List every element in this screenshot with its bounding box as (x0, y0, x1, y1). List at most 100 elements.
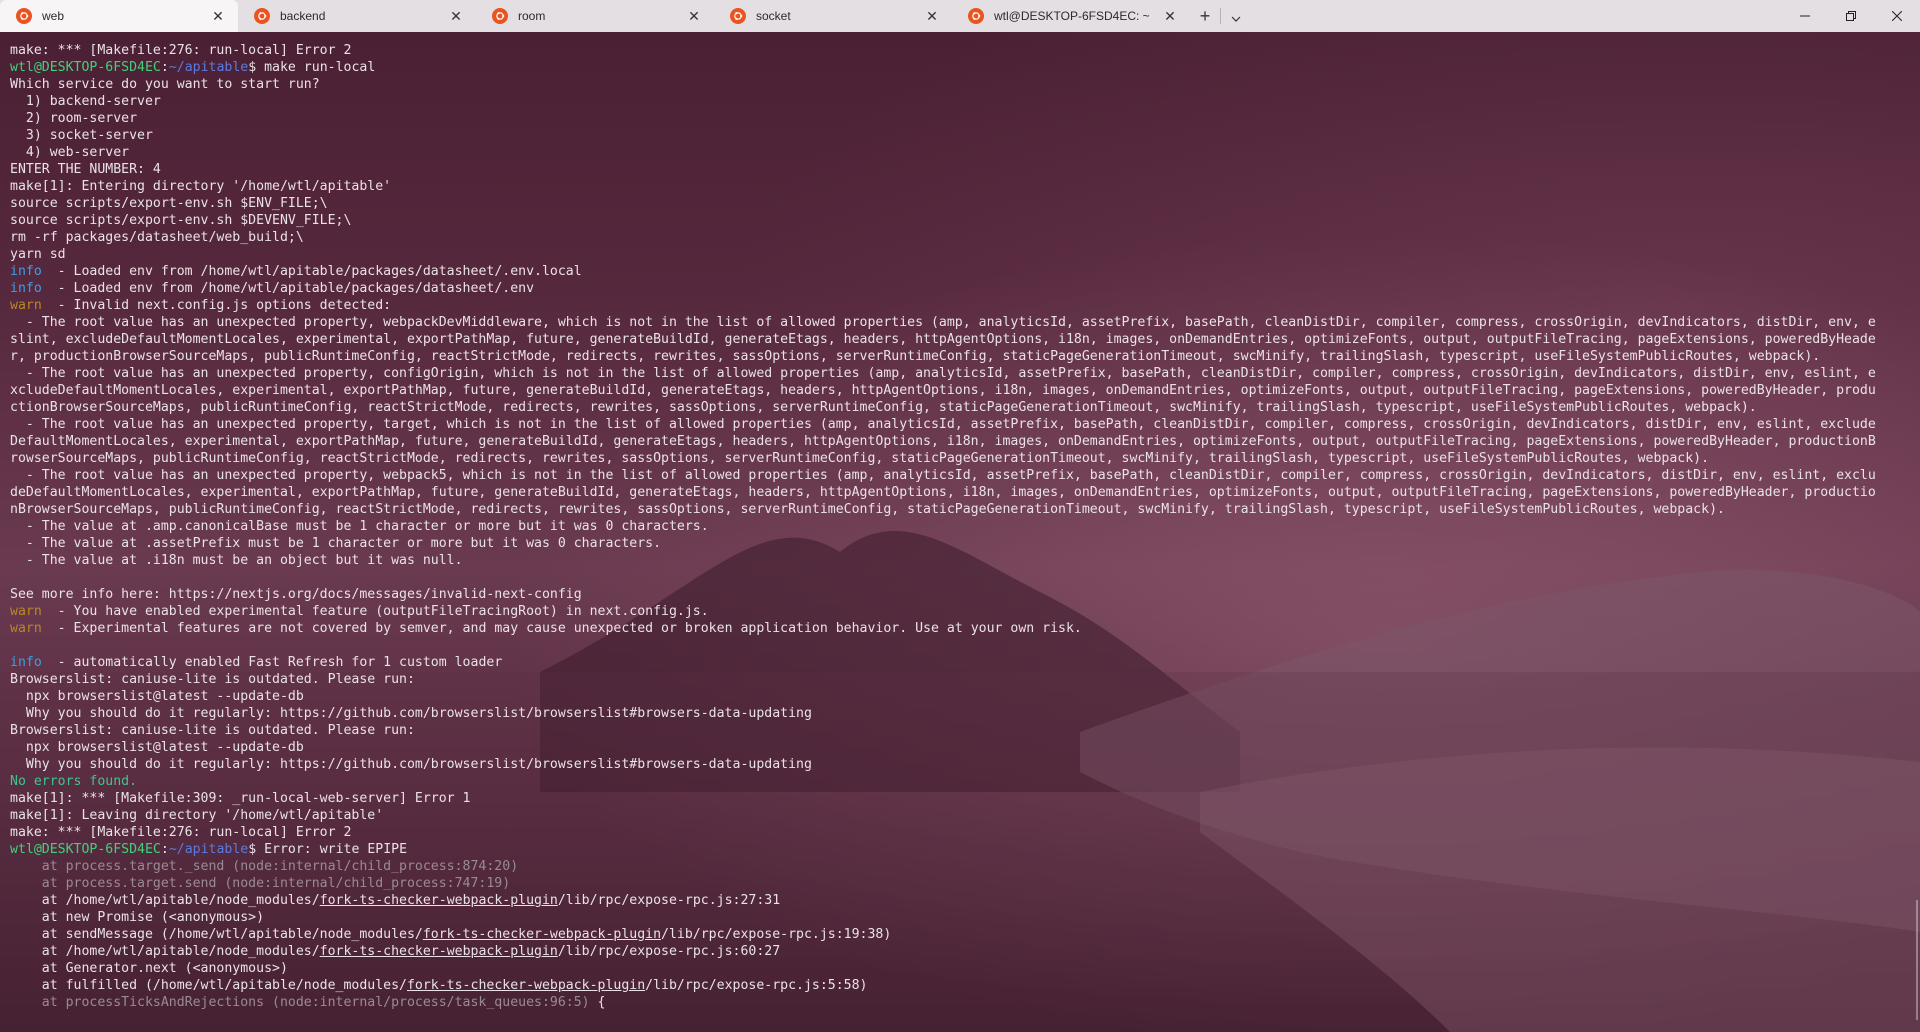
terminal-line: rm -rf packages/datasheet/web_build;\ (10, 229, 1910, 246)
window-close-button[interactable] (1874, 0, 1920, 32)
terminal-line: info - Loaded env from /home/wtl/apitabl… (10, 280, 1910, 297)
prompt-user-host: wtl@DESKTOP-6FSD4EC (10, 842, 161, 857)
module-link[interactable]: fork-ts-checker-webpack-plugin (320, 893, 558, 908)
line-text: - The root value has an unexpected prope… (10, 315, 1876, 330)
command-text: make run-local (256, 60, 376, 75)
line-text: - The root value has an unexpected prope… (10, 468, 1876, 483)
terminal-line: source scripts/export-env.sh $ENV_FILE;\ (10, 195, 1910, 212)
terminal-line: xcludeDefaultMomentLocales, experimental… (10, 382, 1910, 399)
terminal-line: - The root value has an unexpected prope… (10, 365, 1910, 382)
close-icon[interactable]: ✕ (684, 6, 704, 26)
tab-label: socket (756, 9, 791, 23)
tab-room[interactable]: room ✕ (476, 0, 714, 32)
terminal-scrollbar[interactable] (1916, 900, 1918, 1020)
line-text: - The value at .assetPrefix must be 1 ch… (10, 536, 662, 551)
close-icon[interactable]: ✕ (922, 6, 942, 26)
line-text: xcludeDefaultMomentLocales, experimental… (10, 383, 1876, 398)
terminal-line: rowserSourceMaps, publicRuntimeConfig, r… (10, 450, 1910, 467)
stack-frame: at sendMessage (/home/wtl/apitable/node_… (10, 927, 423, 942)
log-level-info: info (10, 655, 42, 670)
module-link[interactable]: fork-ts-checker-webpack-plugin (407, 978, 645, 993)
terminal-line: make[1]: Entering directory '/home/wtl/a… (10, 178, 1910, 195)
log-level-info: info (10, 281, 42, 296)
terminal-line: at /home/wtl/apitable/node_modules/fork-… (10, 943, 1910, 960)
line-text: npx browserslist@latest --update-db (10, 689, 304, 704)
new-tab-button[interactable]: + (1190, 0, 1220, 32)
line-text: rm -rf packages/datasheet/web_build;\ (10, 230, 304, 245)
terminal-line: yarn sd (10, 246, 1910, 263)
prompt-colon: : (160, 60, 169, 75)
terminal-line: Which service do you want to start run? (10, 76, 1910, 93)
terminal-line: make[1]: *** [Makefile:309: _run-local-w… (10, 790, 1910, 807)
tab-wtl-home[interactable]: wtl@DESKTOP-6FSD4EC: ~ ✕ (952, 0, 1190, 32)
terminal-line: at /home/wtl/apitable/node_modules/fork-… (10, 892, 1910, 909)
terminal-line: at new Promise (<anonymous>) (10, 909, 1910, 926)
stack-frame: at new Promise (<anonymous>) (10, 910, 265, 925)
terminal-line: wtl@DESKTOP-6FSD4EC:~/apitable$ Error: w… (10, 841, 1910, 858)
terminal-line: at processTicksAndRejections (node:inter… (10, 994, 1910, 1011)
prompt-colon: : (160, 842, 169, 857)
tab-label: backend (280, 9, 326, 23)
terminal-line: at process.target._send (node:internal/c… (10, 858, 1910, 875)
terminal-line: warn - Experimental features are not cov… (10, 620, 1910, 637)
terminal-line: make: *** [Makefile:276: run-local] Erro… (10, 824, 1910, 841)
terminal-line: Why you should do it regularly: https://… (10, 705, 1910, 722)
line-text: 3) socket-server (10, 128, 153, 143)
line-text: slint, excludeDefaultMomentLocales, expe… (10, 332, 1876, 347)
terminal-line: nBrowserSourceMaps, publicRuntimeConfig,… (10, 501, 1910, 518)
stack-frame: /lib/rpc/expose-rpc.js:19:38) (661, 927, 892, 942)
command-text: Error: write EPIPE (256, 842, 408, 857)
stack-frame: at /home/wtl/apitable/node_modules/ (10, 893, 320, 908)
line-text: make[1]: Entering directory '/home/wtl/a… (10, 179, 392, 194)
prompt-path: ~/apitable (168, 842, 249, 857)
terminal-line: make: *** [Makefile:276: run-local] Erro… (10, 42, 1910, 59)
line-text: - You have enabled experimental feature … (41, 604, 709, 619)
ubuntu-icon (254, 8, 270, 24)
line-text: source scripts/export-env.sh $ENV_FILE;\ (10, 196, 328, 211)
tab-label: room (518, 9, 546, 23)
terminal-line: 4) web-server (10, 144, 1910, 161)
restore-button[interactable] (1828, 0, 1874, 32)
module-link[interactable]: fork-ts-checker-webpack-plugin (320, 944, 558, 959)
terminal-line: 1) backend-server (10, 93, 1910, 110)
line-text: r, productionBrowserSourceMaps, publicRu… (10, 349, 1821, 364)
line-text: ctionBrowserSourceMaps, publicRuntimeCon… (10, 400, 1757, 415)
minimize-icon (1800, 8, 1810, 24)
tab-dropdown-button[interactable] (1221, 0, 1251, 32)
terminal-line: at sendMessage (/home/wtl/apitable/node_… (10, 926, 1910, 943)
tab-bar: web ✕ backend ✕ room ✕ socket ✕ wtl@DESK… (0, 0, 1920, 32)
tab-backend[interactable]: backend ✕ (238, 0, 476, 32)
terminal-line: wtl@DESKTOP-6FSD4EC:~/apitable$ make run… (10, 59, 1910, 76)
close-icon[interactable]: ✕ (208, 6, 228, 26)
terminal-line: Browserslist: caniuse-lite is outdated. … (10, 722, 1910, 739)
tab-bar-drag-area[interactable] (1251, 0, 1782, 32)
line-text: make: *** [Makefile:276: run-local] Erro… (10, 43, 352, 58)
terminal-output[interactable]: make: *** [Makefile:276: run-local] Erro… (10, 42, 1910, 1026)
close-icon[interactable]: ✕ (1160, 6, 1180, 26)
log-level-warn: warn (10, 298, 42, 313)
ubuntu-icon (16, 8, 32, 24)
line-text: See more info here: https://nextjs.org/d… (10, 587, 582, 602)
stack-frame: at processTicksAndRejections (node:inter… (10, 995, 590, 1010)
terminal-line: Browserslist: caniuse-lite is outdated. … (10, 671, 1910, 688)
tab-web[interactable]: web ✕ (0, 0, 238, 32)
ubuntu-icon (968, 8, 984, 24)
line-text: make[1]: Leaving directory '/home/wtl/ap… (10, 808, 384, 823)
stack-frame: /lib/rpc/expose-rpc.js:5:58) (645, 978, 868, 993)
line-text: 1) backend-server (10, 94, 161, 109)
terminal-line: - The root value has an unexpected prope… (10, 467, 1910, 484)
stack-frame: { (589, 995, 606, 1010)
terminal-line: 2) room-server (10, 110, 1910, 127)
terminal-line: npx browserslist@latest --update-db (10, 688, 1910, 705)
stack-frame: at /home/wtl/apitable/node_modules/ (10, 944, 320, 959)
close-icon[interactable]: ✕ (446, 6, 466, 26)
module-link[interactable]: fork-ts-checker-webpack-plugin (423, 927, 661, 942)
minimize-button[interactable] (1782, 0, 1828, 32)
line-text: Browserslist: caniuse-lite is outdated. … (10, 672, 415, 687)
line-text: make[1]: *** [Makefile:309: _run-local-w… (10, 791, 471, 806)
tab-socket[interactable]: socket ✕ (714, 0, 952, 32)
stack-frame: /lib/rpc/expose-rpc.js:60:27 (557, 944, 781, 959)
stack-frame: at process.target.send (node:internal/ch… (10, 876, 511, 891)
